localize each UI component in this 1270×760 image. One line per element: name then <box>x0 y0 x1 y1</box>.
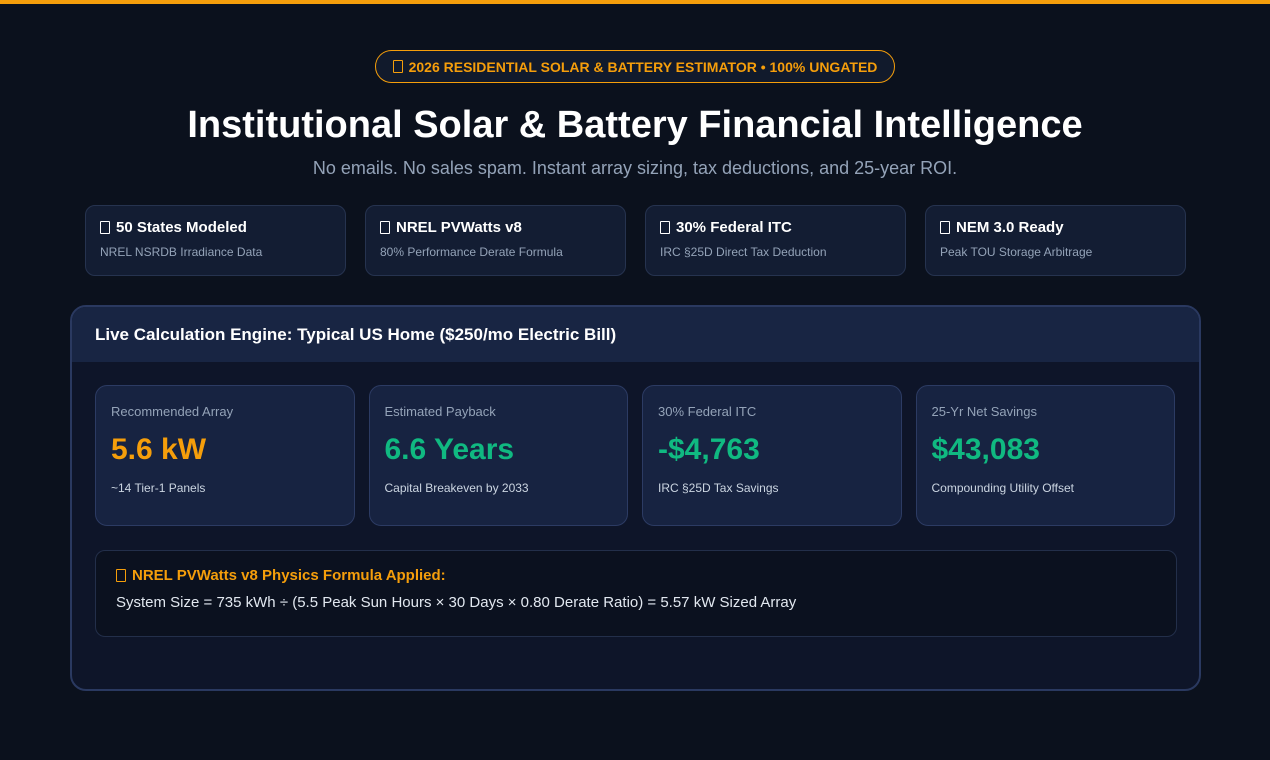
feature-desc: Peak TOU Storage Arbitrage <box>940 245 1093 259</box>
sun-icon <box>380 221 390 234</box>
metric-card-array: Recommended Array 5.6 kW ~14 Tier-1 Pane… <box>95 385 355 526</box>
feature-card-nem: NEM 3.0 Ready Peak TOU Storage Arbitrage <box>925 205 1186 276</box>
box-icon <box>392 60 403 73</box>
metric-value: 5.6 kW <box>111 433 207 466</box>
feature-card-itc: 30% Federal ITC IRC §25D Direct Tax Dedu… <box>645 205 906 276</box>
formula-icon <box>116 569 126 582</box>
feature-title: 50 States Modeled <box>116 219 247 236</box>
top-accent-bar <box>0 0 1270 4</box>
metric-value: 6.6 Years <box>384 433 515 466</box>
feature-title: NEM 3.0 Ready <box>956 219 1064 236</box>
calculation-engine-panel: Live Calculation Engine: Typical US Home… <box>70 305 1201 691</box>
metrics-row: Recommended Array 5.6 kW ~14 Tier-1 Pane… <box>95 385 1175 526</box>
feature-desc: 80% Performance Derate Formula <box>380 245 563 259</box>
metric-label: Estimated Payback <box>384 404 496 419</box>
metric-label: 30% Federal ITC <box>658 404 757 419</box>
estimator-badge: 2026 RESIDENTIAL SOLAR & BATTERY ESTIMAT… <box>375 50 895 83</box>
metric-note: Capital Breakeven by 2033 <box>384 481 529 495</box>
feature-title: 30% Federal ITC <box>676 219 792 236</box>
map-icon <box>100 221 110 234</box>
badge-text: 2026 RESIDENTIAL SOLAR & BATTERY ESTIMAT… <box>408 58 878 75</box>
feature-card-states: 50 States Modeled NREL NSRDB Irradiance … <box>85 205 346 276</box>
feature-card-pvwatts: NREL PVWatts v8 80% Performance Derate F… <box>365 205 626 276</box>
metric-value: -$4,763 <box>658 433 760 466</box>
engine-title: Live Calculation Engine: Typical US Home… <box>72 307 1199 362</box>
formula-title: NREL PVWatts v8 Physics Formula Applied: <box>132 567 446 584</box>
metric-label: 25-Yr Net Savings <box>931 404 1038 419</box>
page-subtitle: No emails. No sales spam. Instant array … <box>312 158 958 178</box>
metric-value: $43,083 <box>931 433 1040 466</box>
metric-card-itc: 30% Federal ITC -$4,763 IRC §25D Tax Sav… <box>642 385 902 526</box>
page-title: Institutional Solar & Battery Financial … <box>187 104 1083 146</box>
metric-card-payback: Estimated Payback 6.6 Years Capital Brea… <box>368 385 628 526</box>
metric-note: ~14 Tier-1 Panels <box>111 481 206 495</box>
battery-icon <box>940 221 950 234</box>
formula-box: NREL PVWatts v8 Physics Formula Applied:… <box>95 550 1177 637</box>
tax-icon <box>660 221 670 234</box>
feature-row: 50 States Modeled NREL NSRDB Irradiance … <box>85 205 1186 276</box>
feature-desc: NREL NSRDB Irradiance Data <box>100 245 263 259</box>
feature-desc: IRC §25D Direct Tax Deduction <box>660 245 827 259</box>
metric-note: IRC §25D Tax Savings <box>658 481 779 495</box>
feature-title: NREL PVWatts v8 <box>396 219 522 236</box>
metric-card-savings: 25-Yr Net Savings $43,083 Compounding Ut… <box>915 385 1175 526</box>
formula-text: System Size = 735 kWh ÷ (5.5 Peak Sun Ho… <box>116 594 797 611</box>
metric-label: Recommended Array <box>111 404 234 419</box>
metric-note: Compounding Utility Offset <box>931 481 1075 495</box>
